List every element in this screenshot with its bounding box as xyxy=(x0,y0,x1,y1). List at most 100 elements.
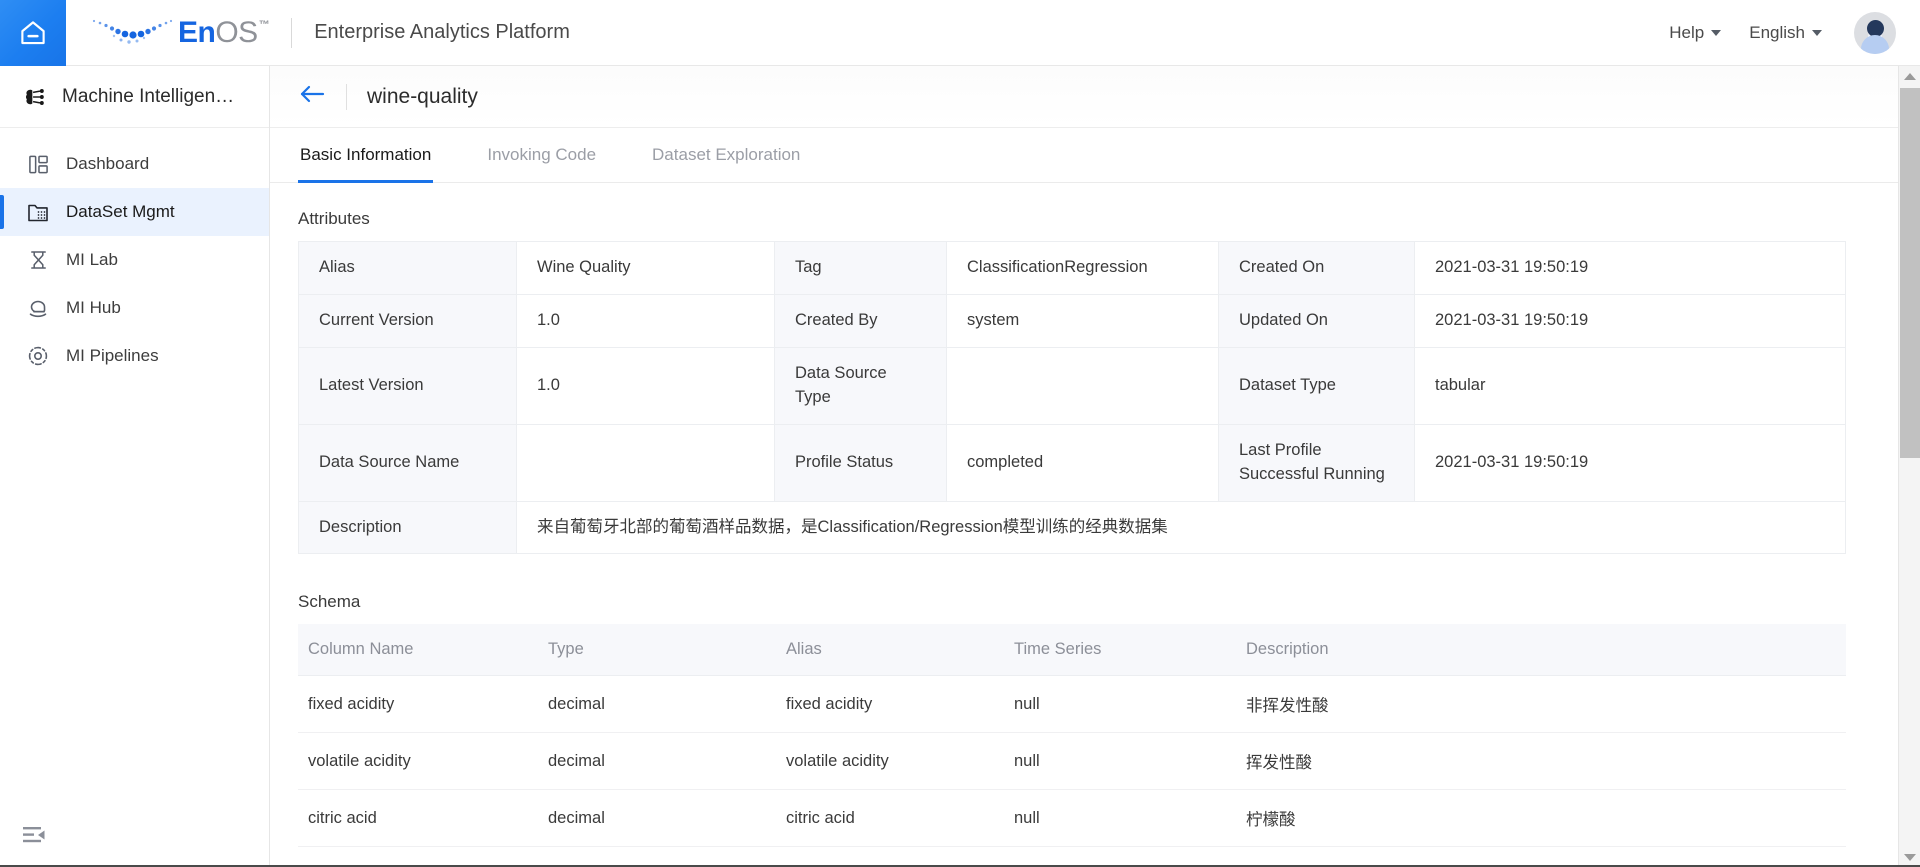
page-title: wine-quality xyxy=(367,84,478,108)
sidebar-item-label: MI Pipelines xyxy=(66,346,159,365)
sidebar-item-label: DataSet Mgmt xyxy=(66,202,175,221)
attr-value: tabular xyxy=(1414,346,1846,425)
attr-key: Last Profile Successful Running xyxy=(1218,423,1415,502)
brand-divider xyxy=(291,17,293,48)
table-row: Data Source Name Profile Status complete… xyxy=(298,423,1846,502)
attr-key: Data Source Name xyxy=(298,423,517,502)
scroll-down-button[interactable] xyxy=(1899,847,1920,867)
language-menu[interactable]: English xyxy=(1735,17,1836,49)
top-header-bar: En OS ™ Enterprise Analytics Platform Help… xyxy=(0,0,1920,66)
avatar[interactable] xyxy=(1854,11,1896,54)
attr-value: Wine Quality xyxy=(516,241,775,295)
attr-key: Updated On xyxy=(1218,293,1415,348)
enos-wordmark: En OS ™ xyxy=(178,15,270,49)
schema-cell-column-name: fixed acidity xyxy=(298,675,538,734)
tab-label: Dataset Exploration xyxy=(652,145,801,164)
avatar-head xyxy=(1866,19,1884,37)
flask-icon xyxy=(26,248,50,272)
dashboard-icon xyxy=(26,152,50,176)
home-icon xyxy=(18,18,48,48)
schema-cell-description: 非挥发性酸 xyxy=(1236,675,1846,734)
enos-logo[interactable]: En OS ™ xyxy=(88,15,270,50)
collapse-sidebar-icon xyxy=(22,827,46,848)
schema-section-title: Schema xyxy=(298,592,361,612)
enos-en-text: En xyxy=(178,15,216,49)
scroll-down-arrow-icon xyxy=(1904,853,1916,861)
sidebar-item-mi-pipelines[interactable]: MI Pipelines xyxy=(0,332,269,380)
schema-table: Column Name Type Alias Time Series Descr… xyxy=(298,624,1846,848)
enos-tm-text: ™ xyxy=(258,18,270,31)
schema-column-header: Alias xyxy=(776,624,1004,677)
home-button[interactable] xyxy=(0,0,66,66)
sidebar-item-label: Dashboard xyxy=(66,154,150,173)
sidebar-app-title: Machine Intelligen… xyxy=(62,85,235,107)
attr-value: 2021-03-31 19:50:19 xyxy=(1414,423,1846,502)
help-menu[interactable]: Help xyxy=(1655,17,1735,49)
scroll-up-button[interactable] xyxy=(1899,66,1920,86)
attr-key: Profile Status xyxy=(774,423,947,502)
attr-value-description: 来自葡萄牙北部的葡萄酒样品数据，是Classification/Regressi… xyxy=(516,500,1846,555)
help-menu-label: Help xyxy=(1669,22,1705,42)
brand-area: En OS ™ Enterprise Analytics Platform xyxy=(88,0,570,66)
schema-cell-column-name: volatile acidity xyxy=(298,732,538,791)
page-header: wine-quality xyxy=(270,66,1902,128)
table-row: citric acid decimal citric acid null 柠檬酸 xyxy=(298,789,1846,848)
tab-bar: Basic Information Invoking Code Dataset … xyxy=(270,128,1902,183)
schema-cell-alias: fixed acidity xyxy=(776,675,1004,734)
sidebar-item-mi-hub[interactable]: MI Hub xyxy=(0,284,269,332)
sidebar-app-switcher[interactable]: Machine Intelligen… xyxy=(0,66,269,128)
attr-value xyxy=(946,346,1219,425)
schema-cell-alias: volatile acidity xyxy=(776,732,1004,791)
tab-label: Invoking Code xyxy=(487,145,597,164)
back-button[interactable] xyxy=(298,83,326,110)
schema-cell-alias: citric acid xyxy=(776,789,1004,848)
dataset-icon xyxy=(26,200,50,224)
collapse-sidebar-button[interactable] xyxy=(22,826,46,849)
language-menu-label: English xyxy=(1749,22,1805,42)
schema-cell-time-series: null xyxy=(1004,675,1236,734)
schema-cell-time-series: null xyxy=(1004,732,1236,791)
platform-title: Enterprise Analytics Platform xyxy=(314,21,570,43)
schema-cell-time-series: null xyxy=(1004,789,1236,848)
attr-value: 1.0 xyxy=(516,293,775,348)
table-row: Description 来自葡萄牙北部的葡萄酒样品数据，是Classificat… xyxy=(298,500,1846,555)
schema-column-header: Column Name xyxy=(298,624,538,677)
attributes-section-title: Attributes xyxy=(298,209,370,228)
sidebar-item-dashboard[interactable]: Dashboard xyxy=(0,140,269,188)
schema-cell-type: decimal xyxy=(538,789,776,848)
attr-key: Alias xyxy=(298,241,517,295)
page-header-divider xyxy=(346,83,347,110)
schema-column-header: Description xyxy=(1236,624,1846,677)
attr-key-description: Description xyxy=(298,500,517,555)
content-scroll-area[interactable]: Attributes Alias Wine Quality Tag Classi… xyxy=(270,183,1902,867)
attr-key: Tag xyxy=(774,241,947,295)
schema-column-header: Type xyxy=(538,624,776,677)
vertical-scrollbar[interactable] xyxy=(1898,66,1920,867)
sidebar-item-label: MI Hub xyxy=(66,298,121,317)
attr-key: Dataset Type xyxy=(1218,346,1415,425)
main-content: wine-quality Basic Information Invoking … xyxy=(270,66,1902,867)
schema-column-header: Time Series xyxy=(1004,624,1236,677)
attr-value: system xyxy=(946,293,1219,348)
hub-icon xyxy=(26,296,50,320)
vertical-scrollbar-thumb[interactable] xyxy=(1900,88,1920,458)
enos-swoosh-icon xyxy=(88,16,174,50)
chevron-down-icon xyxy=(1812,29,1822,36)
sidebar-item-mi-lab[interactable]: MI Lab xyxy=(0,236,269,284)
sidebar-item-dataset-mgmt[interactable]: DataSet Mgmt xyxy=(0,188,269,236)
tab-label: Basic Information xyxy=(300,145,432,164)
sidebar-item-label: MI Lab xyxy=(66,250,118,269)
attr-key: Current Version xyxy=(298,293,517,348)
top-header-actions: Help English xyxy=(1655,11,1920,54)
machine-intelligence-icon xyxy=(22,85,46,109)
tab-dataset-exploration[interactable]: Dataset Exploration xyxy=(650,128,802,182)
attr-value: completed xyxy=(946,423,1219,502)
attr-key: Latest Version xyxy=(298,346,517,425)
tab-basic-information[interactable]: Basic Information xyxy=(298,128,434,183)
tab-invoking-code[interactable]: Invoking Code xyxy=(485,128,598,182)
enos-os-text: OS xyxy=(215,15,258,49)
schema-cell-column-name: citric acid xyxy=(298,789,538,848)
pipelines-icon xyxy=(26,344,50,368)
attr-value: 2021-03-31 19:50:19 xyxy=(1414,241,1846,295)
chevron-down-icon xyxy=(1711,29,1722,36)
